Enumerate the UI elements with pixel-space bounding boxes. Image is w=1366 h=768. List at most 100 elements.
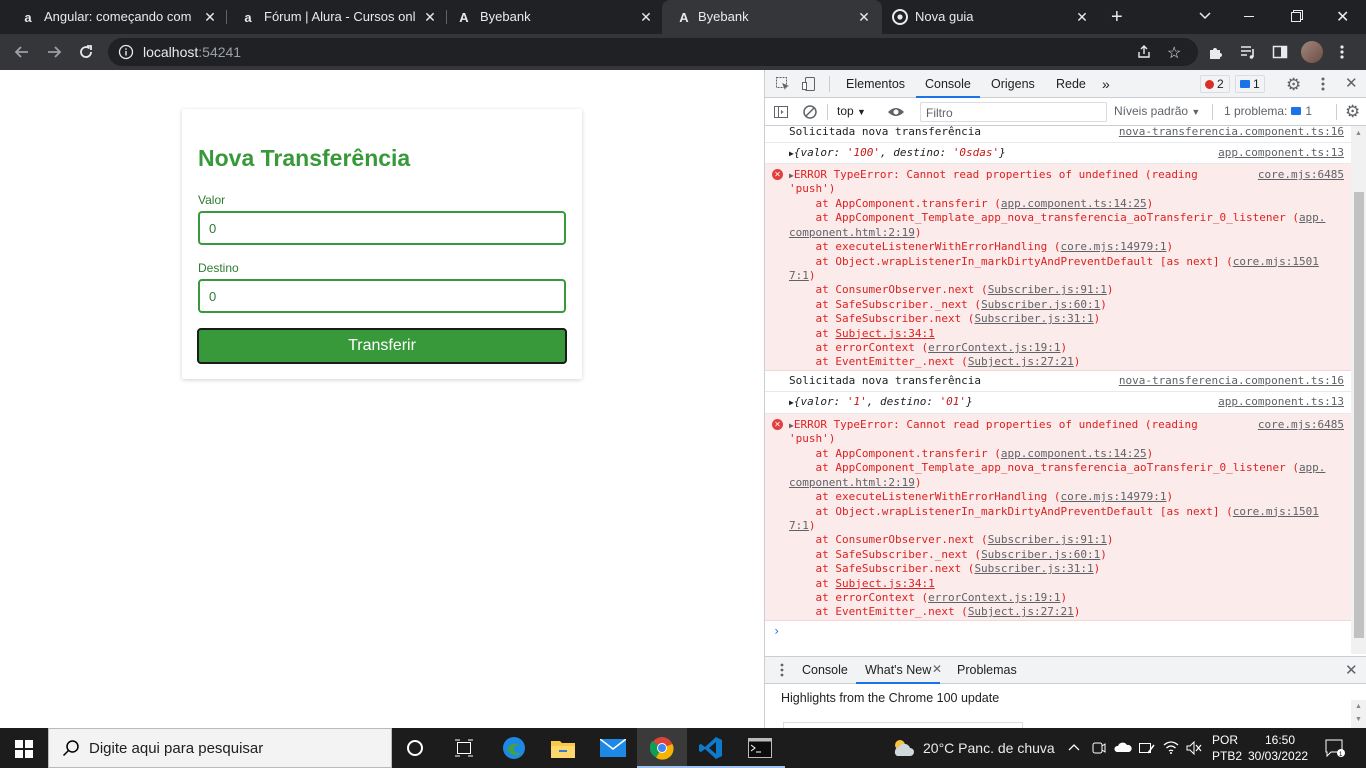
transferir-button[interactable]: Transferir — [197, 328, 567, 364]
drawer-tab-whats-new[interactable]: What's New — [856, 656, 941, 684]
stack-source-link[interactable]: 7:1 — [789, 519, 809, 532]
tab-angular-course[interactable]: a Angular: começando com o f ✕ — [0, 0, 226, 34]
bookmark-star-icon[interactable]: ☆ — [1167, 43, 1181, 63]
onedrive-cloud-icon[interactable] — [1114, 741, 1132, 753]
stack-source-link[interactable]: Subject.js:34:1 — [835, 327, 934, 340]
close-tab-icon[interactable]: ✕ — [1074, 9, 1090, 25]
error-header[interactable]: ▶ERROR TypeError: Cannot read properties… — [789, 418, 1198, 433]
log-levels-dropdown[interactable]: Níveis padrão ▼ — [1114, 104, 1200, 118]
stack-source-link[interactable]: app.component.ts:14:25 — [1001, 447, 1147, 460]
live-expression-eye-icon[interactable] — [887, 105, 905, 119]
tab-elementos[interactable]: Elementos — [846, 70, 905, 98]
notifications-icon[interactable]: 1 — [1325, 739, 1345, 757]
close-tab-icon[interactable]: ✕ — [856, 9, 872, 25]
chrome-taskbar-button[interactable] — [637, 728, 687, 768]
drawer-scrollbar[interactable]: ▲ ▼ — [1351, 700, 1366, 728]
scrollbar-thumb[interactable] — [1354, 192, 1364, 638]
new-tab-plus-icon[interactable]: + — [1111, 6, 1123, 29]
network-wifi-icon[interactable] — [1163, 740, 1179, 754]
valor-input[interactable] — [198, 211, 566, 245]
clock-time[interactable]: 16:50 — [1265, 733, 1295, 747]
object-preview[interactable]: ▶{valor: '1', destino: '01'} — [789, 395, 973, 410]
language-indicator[interactable]: POR — [1212, 733, 1238, 747]
source-link[interactable]: nova-transferencia.component.ts:16 — [1119, 374, 1344, 388]
inspect-element-icon[interactable] — [775, 76, 791, 92]
terminal-taskbar-button[interactable] — [735, 728, 785, 768]
stack-source-link[interactable]: component.html:2:19 — [789, 476, 915, 489]
error-header[interactable]: ▶ERROR TypeError: Cannot read properties… — [789, 168, 1198, 183]
console-input[interactable] — [787, 620, 1347, 640]
console-settings-gear-icon[interactable]: ⚙ — [1345, 102, 1360, 122]
volume-muted-icon[interactable] — [1186, 741, 1202, 755]
mail-icon[interactable] — [600, 739, 626, 757]
stack-source-link[interactable]: component.html:2:19 — [789, 226, 915, 239]
console-object-row[interactable]: ▶{valor: '100', destino: '0sdas'} app.co… — [765, 143, 1351, 164]
stack-source-link[interactable]: core.mjs:14979:1 — [1061, 490, 1167, 503]
scroll-up-icon[interactable]: ▲ — [1355, 130, 1362, 137]
stack-source-link[interactable]: core.mjs:14979:1 — [1061, 240, 1167, 253]
source-link[interactable]: app.component.ts:13 — [1218, 395, 1344, 409]
chrome-menu-icon[interactable] — [1340, 44, 1344, 60]
clock-date[interactable]: 30/03/2022 — [1248, 749, 1308, 763]
restore-window-icon[interactable] — [1290, 9, 1304, 23]
tab-search-chevron-icon[interactable] — [1198, 8, 1212, 22]
stack-source-link[interactable]: core.mjs:1501 — [1233, 255, 1319, 268]
task-view-icon[interactable] — [454, 739, 474, 757]
settings-gear-icon[interactable]: ⚙ — [1286, 75, 1301, 95]
drawer-tab-problemas[interactable]: Problemas — [957, 656, 1017, 684]
stack-source-link[interactable]: Subscriber.js:60:1 — [981, 548, 1100, 561]
side-panel-icon[interactable] — [1272, 44, 1288, 60]
more-tabs-icon[interactable]: » — [1102, 70, 1110, 98]
tab-forum-alura[interactable]: a Fórum | Alura - Cursos online ✕ — [220, 0, 446, 34]
tab-origens[interactable]: Origens — [991, 70, 1035, 98]
stack-source-link[interactable]: Subscriber.js:31:1 — [974, 562, 1093, 575]
pen-workspace-icon[interactable] — [1139, 741, 1155, 755]
stack-source-link[interactable]: app. — [1299, 211, 1326, 224]
device-toolbar-icon[interactable] — [801, 76, 817, 92]
source-link[interactable]: core.mjs:6485 — [1258, 168, 1344, 182]
drawer-menu-icon[interactable] — [780, 663, 784, 677]
message-count-badge[interactable]: 1 — [1235, 75, 1265, 93]
profile-avatar[interactable] — [1301, 41, 1323, 63]
media-playlist-icon[interactable] — [1240, 44, 1256, 60]
minimize-window-icon[interactable] — [1244, 16, 1254, 17]
stack-source-link[interactable]: Subscriber.js:31:1 — [974, 312, 1093, 325]
stack-source-link[interactable]: app.component.ts:14:25 — [1001, 197, 1147, 210]
stack-source-link[interactable]: Subject.js:27:21 — [968, 355, 1074, 368]
stack-source-link[interactable]: Subscriber.js:91:1 — [988, 533, 1107, 546]
stack-source-link[interactable]: errorContext.js:19:1 — [928, 341, 1060, 354]
tab-console[interactable]: Console — [916, 70, 980, 98]
object-preview[interactable]: ▶{valor: '100', destino: '0sdas'} — [789, 146, 1006, 161]
filter-input[interactable]: Filtro — [920, 102, 1107, 122]
tab-rede[interactable]: Rede — [1056, 70, 1086, 98]
source-link[interactable]: app.component.ts:13 — [1218, 146, 1344, 160]
taskbar-search-box[interactable]: Digite aqui para pesquisar — [48, 728, 392, 768]
close-window-icon[interactable]: ✕ — [1336, 7, 1349, 27]
devtools-menu-icon[interactable] — [1321, 76, 1325, 92]
stack-source-link[interactable]: core.mjs:1501 — [1233, 505, 1319, 518]
address-bar[interactable]: localhost:54241 ☆ — [108, 38, 1198, 66]
site-info-icon[interactable] — [118, 44, 134, 60]
destino-input[interactable] — [198, 279, 566, 313]
scroll-up-icon[interactable]: ▲ — [1355, 703, 1362, 710]
meet-now-icon[interactable] — [1092, 741, 1106, 755]
stack-source-link[interactable]: 7:1 — [789, 269, 809, 282]
close-drawer-icon[interactable]: ✕ — [1345, 661, 1358, 679]
close-tab-icon[interactable]: ✕ — [638, 9, 654, 25]
scroll-down-icon[interactable]: ▼ — [1355, 716, 1362, 723]
sidebar-toggle-icon[interactable] — [773, 104, 789, 120]
stack-source-link[interactable]: Subject.js:34:1 — [835, 577, 934, 590]
back-arrow-icon[interactable] — [13, 43, 31, 61]
context-selector[interactable]: top ▼ — [837, 104, 866, 118]
stack-source-link[interactable]: Subscriber.js:60:1 — [981, 298, 1100, 311]
extensions-puzzle-icon[interactable] — [1207, 43, 1225, 61]
stack-source-link[interactable]: errorContext.js:19:1 — [928, 591, 1060, 604]
close-devtools-icon[interactable]: ✕ — [1345, 74, 1358, 92]
stack-source-link[interactable]: Subject.js:27:21 — [968, 605, 1074, 618]
windows-start-icon[interactable] — [15, 740, 33, 758]
keyboard-layout[interactable]: PTB2 — [1212, 749, 1242, 763]
clear-console-icon[interactable] — [802, 104, 818, 120]
cortana-icon[interactable] — [406, 739, 424, 757]
show-hidden-icons-chevron-icon[interactable] — [1068, 742, 1080, 752]
close-drawer-tab-icon[interactable]: ✕ — [932, 662, 942, 676]
